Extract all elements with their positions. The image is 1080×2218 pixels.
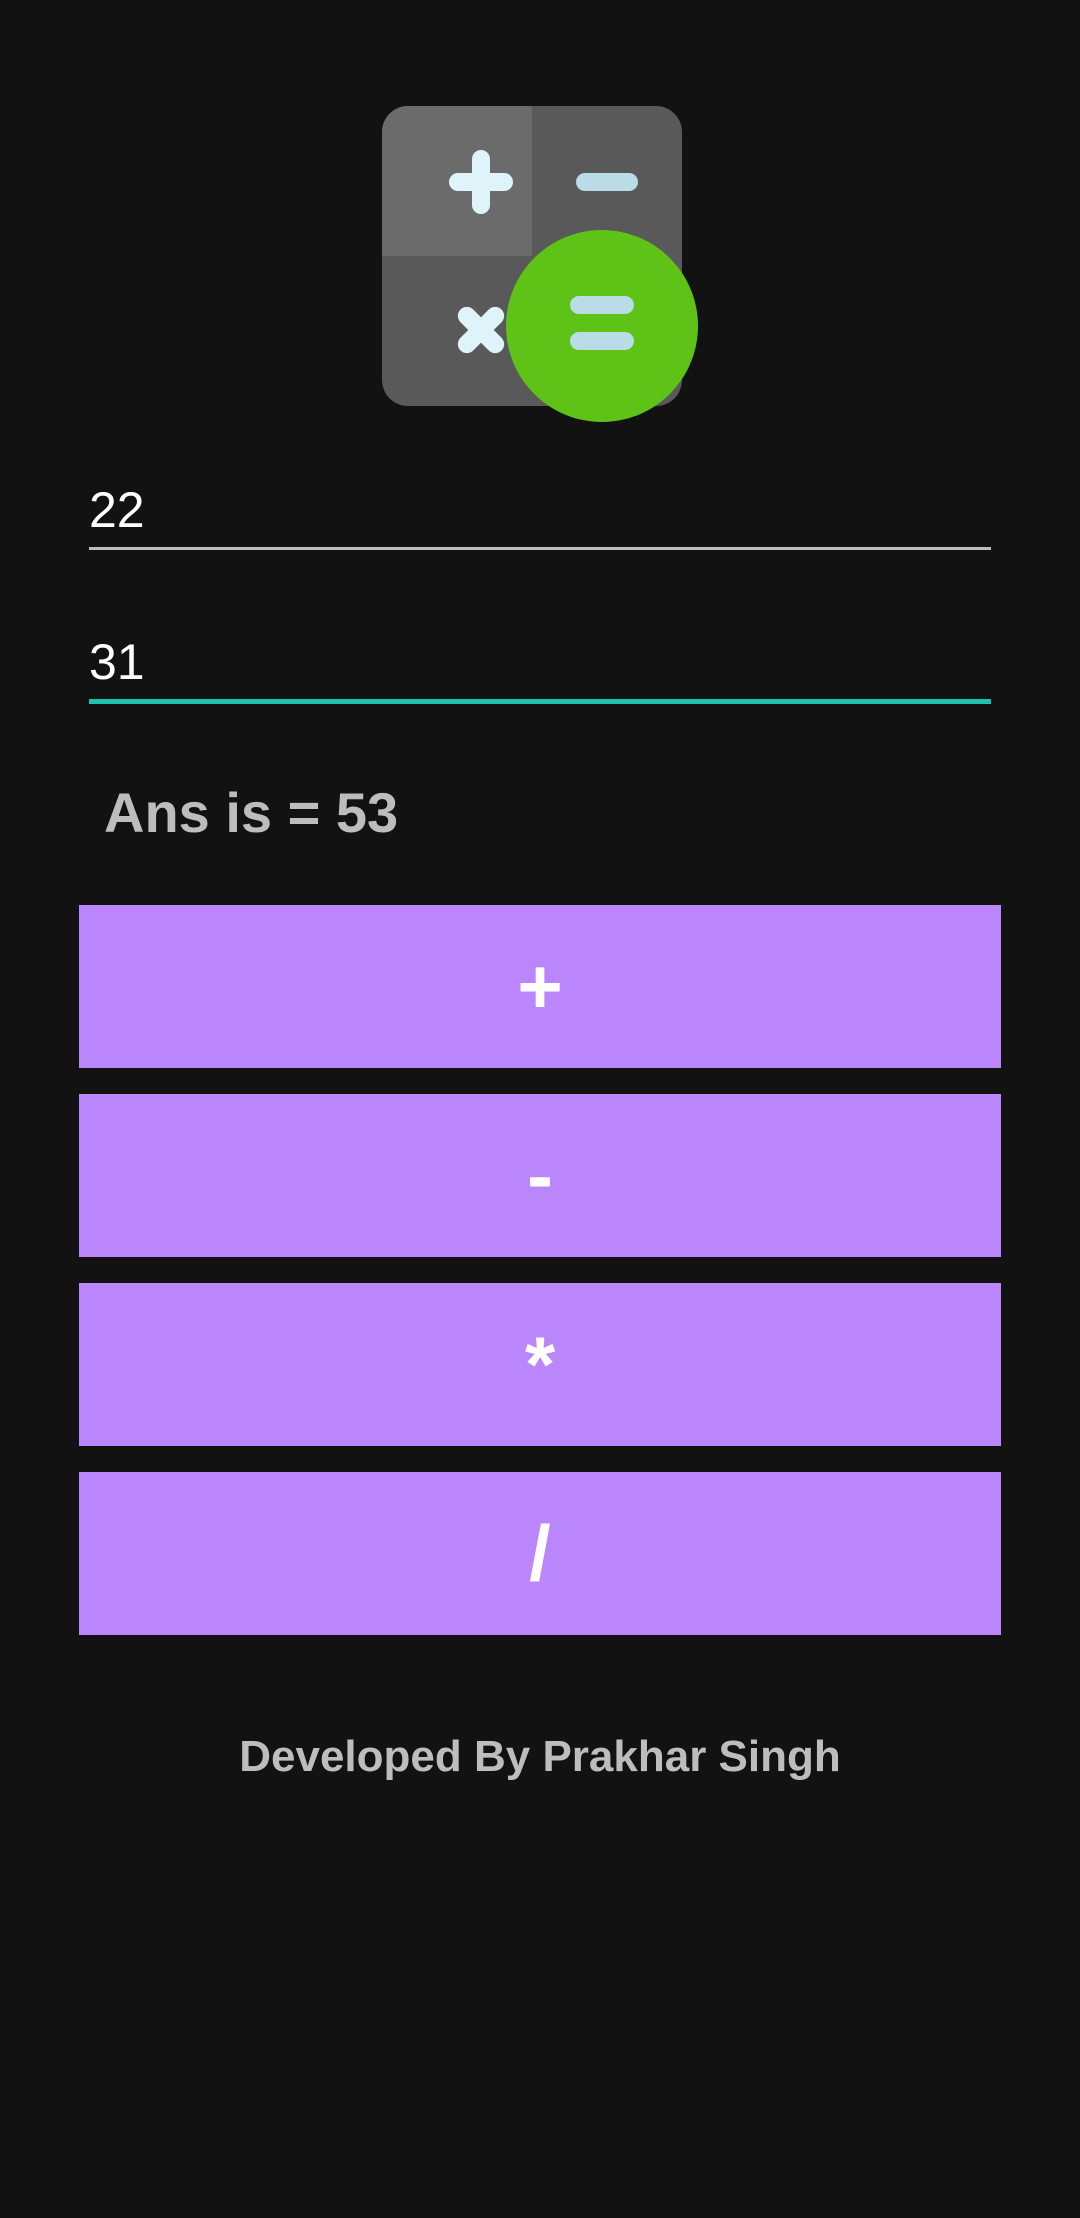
first-number-underline — [89, 547, 991, 550]
second-number-input[interactable] — [89, 622, 991, 702]
developer-credit: Developed By Prakhar Singh — [239, 1732, 841, 1781]
multiply-button[interactable]: * — [79, 1283, 1001, 1446]
divide-button[interactable]: / — [79, 1472, 1001, 1635]
answer-text: Ans is = 53 — [104, 781, 399, 844]
calculator-screen: Ans is = 53 + - * / Developed By Prakhar… — [0, 0, 1080, 2218]
add-button[interactable]: + — [79, 905, 1001, 1068]
first-number-input[interactable] — [89, 470, 991, 550]
calculator-logo-icon — [380, 104, 700, 424]
subtract-button[interactable]: - — [79, 1094, 1001, 1257]
second-number-underline — [89, 699, 991, 704]
